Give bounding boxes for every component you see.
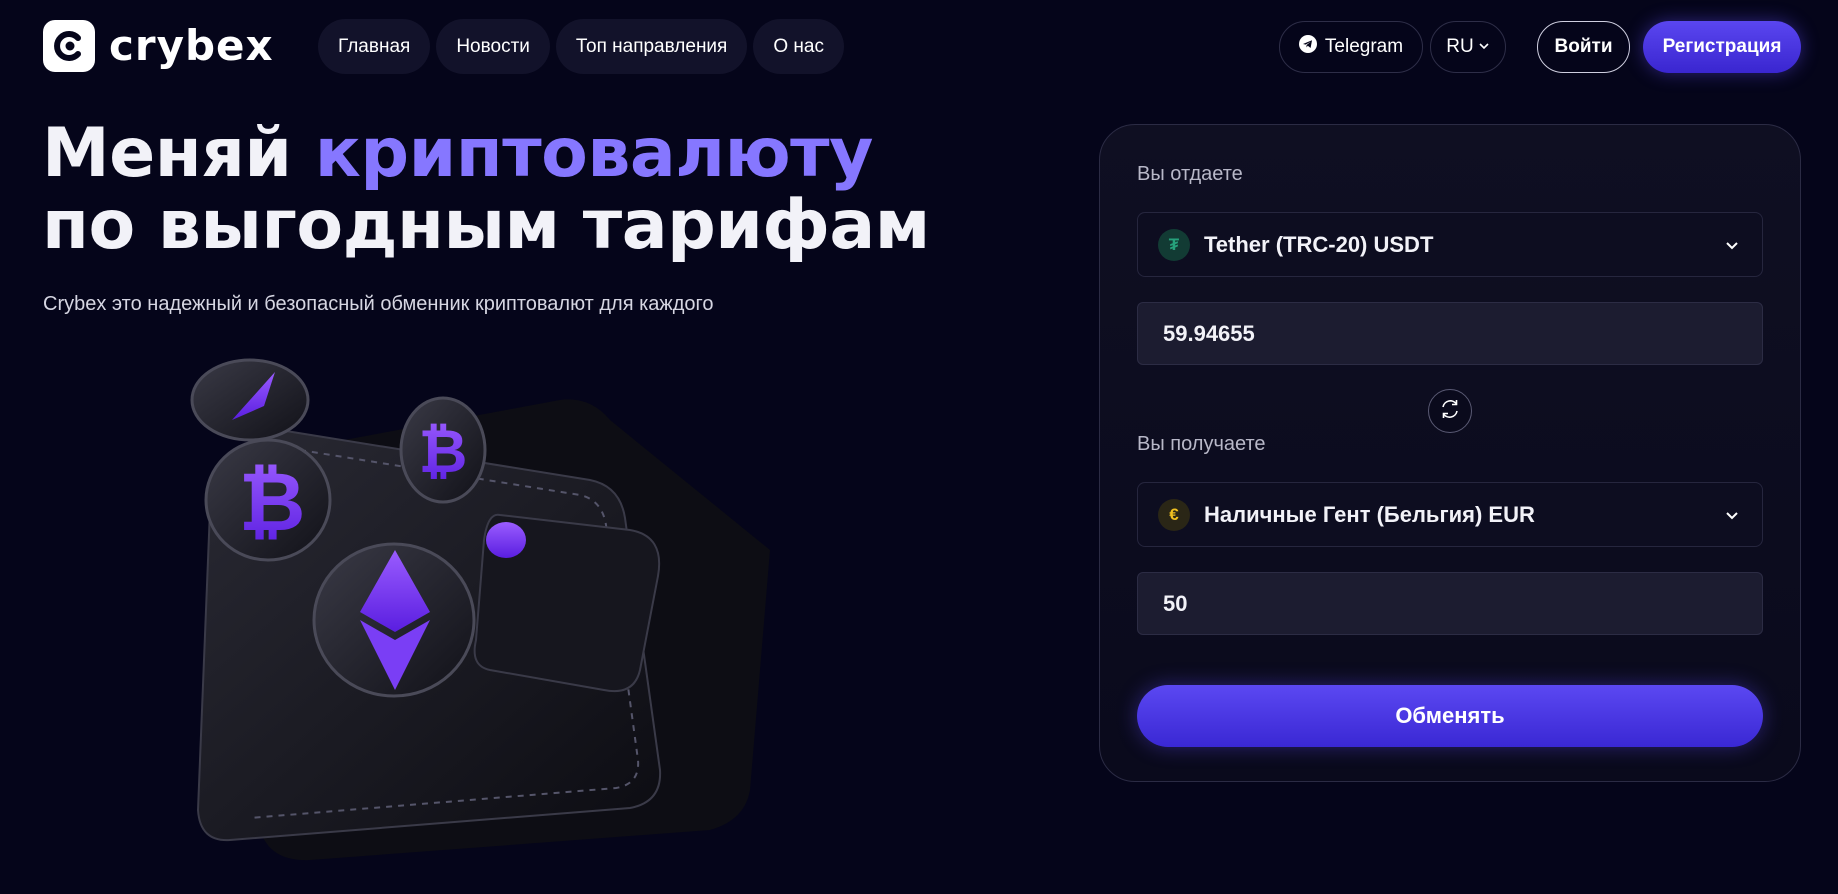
wallet-illustration: ₿ ₿	[190, 340, 790, 880]
hero-title-part2: по выгодным тарифам	[42, 186, 930, 265]
register-button[interactable]: Регистрация	[1643, 21, 1801, 73]
nav-item-top-directions[interactable]: Топ направления	[555, 19, 748, 74]
give-currency-value: Tether (TRC-20) USDT	[1204, 231, 1434, 257]
receive-amount-input[interactable]	[1137, 572, 1763, 635]
nav-item-home[interactable]: Главная	[318, 19, 431, 74]
give-label: Вы отдаете	[1137, 163, 1243, 185]
give-currency-select[interactable]: ₮ Tether (TRC-20) USDT	[1137, 212, 1763, 277]
nav-item-about[interactable]: О нас	[753, 19, 844, 74]
svg-text:₿: ₿	[419, 417, 468, 487]
give-amount-input[interactable]	[1137, 302, 1763, 365]
main-nav: Главная Новости Топ направления О нас	[318, 19, 844, 74]
receive-label: Вы получаете	[1137, 433, 1266, 455]
exchange-submit-button[interactable]: Обменять	[1137, 685, 1763, 747]
hero-title-part1: Меняй	[42, 114, 315, 193]
telegram-icon	[1298, 35, 1317, 59]
hero-subtitle: Crybex это надежный и безопасный обменни…	[43, 293, 714, 315]
hero-title-accent: криптовалюту	[314, 114, 874, 193]
swap-button[interactable]	[1428, 389, 1472, 433]
chevron-down-icon	[1722, 505, 1742, 525]
chevron-down-icon	[1722, 235, 1742, 255]
login-button[interactable]: Войти	[1537, 21, 1630, 73]
hero-title: Меняй криптовалюту по выгодным тарифам	[42, 118, 942, 262]
svg-text:₿: ₿	[239, 455, 306, 550]
euro-coin-icon: €	[1158, 498, 1190, 531]
site-header: crybex Главная Новости Топ направления О…	[0, 0, 1838, 94]
logo-mark-icon	[43, 20, 95, 72]
telegram-button[interactable]: Telegram	[1279, 21, 1423, 73]
exchange-card: Вы отдаете ₮ Tether (TRC-20) USDT Вы пол…	[1099, 124, 1801, 782]
receive-currency-value: Наличные Гент (Бельгия) EUR	[1204, 501, 1535, 527]
telegram-label: Telegram	[1324, 36, 1404, 57]
brand-logo[interactable]: crybex	[43, 20, 274, 72]
brand-name: crybex	[109, 21, 274, 70]
usdt-coin-icon: ₮	[1158, 228, 1190, 261]
receive-currency-select[interactable]: € Наличные Гент (Бельгия) EUR	[1137, 482, 1763, 547]
swap-arrows-icon	[1438, 397, 1462, 426]
nav-item-news[interactable]: Новости	[436, 19, 550, 74]
language-label: RU	[1446, 36, 1474, 57]
header-actions: Telegram RU Войти Регистрация	[1279, 21, 1801, 73]
chevron-down-icon	[1478, 36, 1490, 58]
language-selector[interactable]: RU	[1430, 21, 1506, 73]
